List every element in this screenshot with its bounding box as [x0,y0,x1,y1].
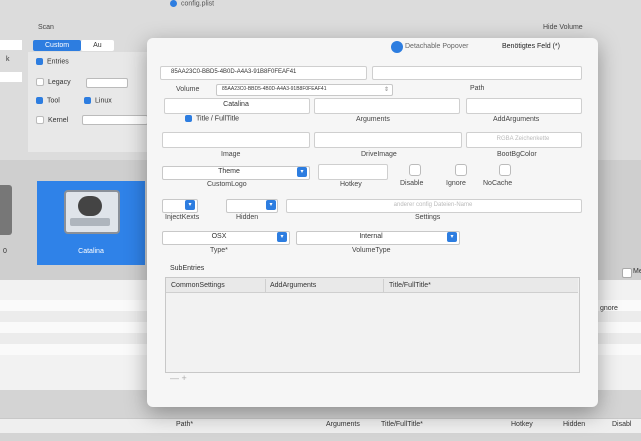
chevron-down-icon[interactable]: ▾ [297,167,307,177]
hotkey-field[interactable] [318,164,388,180]
checkbox-label: Tool [47,97,60,105]
drive-image-label: DriveImage [361,151,397,158]
type-label: Type* [210,247,228,254]
checkbox-icon[interactable] [36,116,44,124]
segment-custom[interactable]: Custom [33,40,82,51]
chevron-down-icon[interactable]: ▾ [277,232,287,242]
bg-color-placeholder: RGBA Zeichenkette [496,136,550,142]
path-field-top[interactable] [372,66,582,80]
move-icon[interactable] [391,41,403,53]
title-value: Catalina [223,101,249,108]
column-divider [383,279,384,292]
chevron-down-icon[interactable]: ▾ [185,200,195,210]
right-cut-label: Me [633,268,641,275]
stepper-icon[interactable]: ⇕ [384,86,389,93]
ignore-column-header: gnore [600,305,618,312]
checkbox-label: Entries [47,58,69,66]
add-arguments-field[interactable] [466,98,582,114]
legacy-checkbox[interactable]: Legacy [36,78,71,86]
left-cut-field-2[interactable] [0,72,22,82]
hotkey-label: Hotkey [340,181,362,188]
bottom-table-header [0,418,641,433]
subentries-col-addargs[interactable]: AddArguments [270,282,316,289]
volume-value: 85AA23C0-BBD5-4B0D-A4A3-91B8F0FEAF41 [222,86,327,92]
add-arguments-label: AddArguments [493,116,540,123]
left-cut-field[interactable] [0,40,22,50]
left-cut-letter: k [6,56,10,63]
chevron-down-icon[interactable]: ▾ [266,200,276,210]
checkbox-label: Kernel [48,116,69,124]
disable-label: Disable [400,180,424,187]
scan-segmented-control[interactable]: Custom Au [33,40,114,51]
subentries-col-title[interactable]: Title/FullTitle* [389,282,431,289]
drive-image-field[interactable] [314,132,462,148]
subentries-label: SubEntries [170,265,205,272]
config-filename: config.plist [170,0,214,7]
checkbox-label: Legacy [48,78,71,86]
header-disable[interactable]: Disabl [612,421,631,428]
scan-label: Scan [38,24,54,31]
checkbox-icon[interactable] [84,97,91,104]
legacy-popup[interactable] [86,78,128,88]
checkbox-icon[interactable] [36,97,43,104]
kernel-popup[interactable] [82,115,148,125]
ignore-checkbox[interactable] [455,164,467,176]
header-hidden[interactable]: Hidden [563,421,585,428]
config-filename-text: config.plist [181,0,215,8]
column-divider [265,279,266,292]
kernel-checkbox[interactable]: Kernel [36,116,68,124]
header-title[interactable]: Title/FullTitle* [381,421,423,428]
image-field[interactable] [162,132,310,148]
volume-label: Volume [176,86,200,93]
inject-kexts-label: InjectKexts [165,214,200,221]
volume-type-label: VolumeType [352,247,391,254]
header-arguments[interactable]: Arguments [326,421,360,428]
header-path[interactable]: Path* [176,421,193,428]
ignore-label: Ignore [446,180,466,187]
nocache-checkbox[interactable] [499,164,511,176]
subentries-header [166,278,578,293]
partial-drive-label: 0 [3,248,7,255]
popover-title: Detachable Popover [405,43,469,50]
checkbox-label: Linux [95,97,112,105]
tool-checkbox[interactable]: Tool [36,97,60,104]
required-note: Benötigtes Feld (*) [502,43,560,50]
chevron-down-icon[interactable]: ▾ [447,232,457,242]
hide-volume-label: Hide Volume [543,24,583,31]
linux-checkbox[interactable]: Linux [84,97,112,104]
subentries-col-common[interactable]: CommonSettings [171,282,225,289]
header-hotkey[interactable]: Hotkey [511,421,533,428]
segment-auto[interactable]: Au [81,40,114,51]
image-label: Image [221,151,241,158]
custom-logo-label: CustomLogo [207,181,247,188]
nocache-label: NoCache [483,180,513,187]
uuid-value: 85AA23C0-BBD5-4B0D-A4A3-91B8F0FEAF41 [171,69,297,75]
catalina-card-label: Catalina [78,248,104,255]
checkbox-icon[interactable] [36,58,43,65]
right-checkbox[interactable] [622,268,632,278]
arguments-field[interactable] [314,98,460,114]
path-label: Path [470,85,485,92]
hard-disk-base-icon [70,218,110,226]
title-checkbox-label: Title / FullTitle [196,115,240,123]
entries-checkbox[interactable]: Entries [36,58,69,65]
checkbox-icon[interactable] [185,115,192,122]
bg-color-label: BootBgColor [497,151,537,158]
config-dot-icon [170,0,177,7]
partial-drive-icon[interactable] [0,185,12,235]
settings-placeholder: anderer config Dateien-Name [393,202,473,208]
disable-checkbox[interactable] [409,164,421,176]
volume-type-value: Internal [359,233,383,240]
type-value: OSX [211,233,227,240]
add-remove-buttons[interactable]: — + [170,373,187,383]
arguments-label: Arguments [356,116,390,123]
hard-disk-platter-icon [78,196,102,216]
settings-label: Settings [415,214,441,221]
checkbox-icon[interactable] [36,78,44,86]
custom-logo-value: Theme [218,168,240,175]
hidden-label: Hidden [236,214,259,221]
title-checkbox[interactable]: Title / FullTitle [185,115,239,122]
